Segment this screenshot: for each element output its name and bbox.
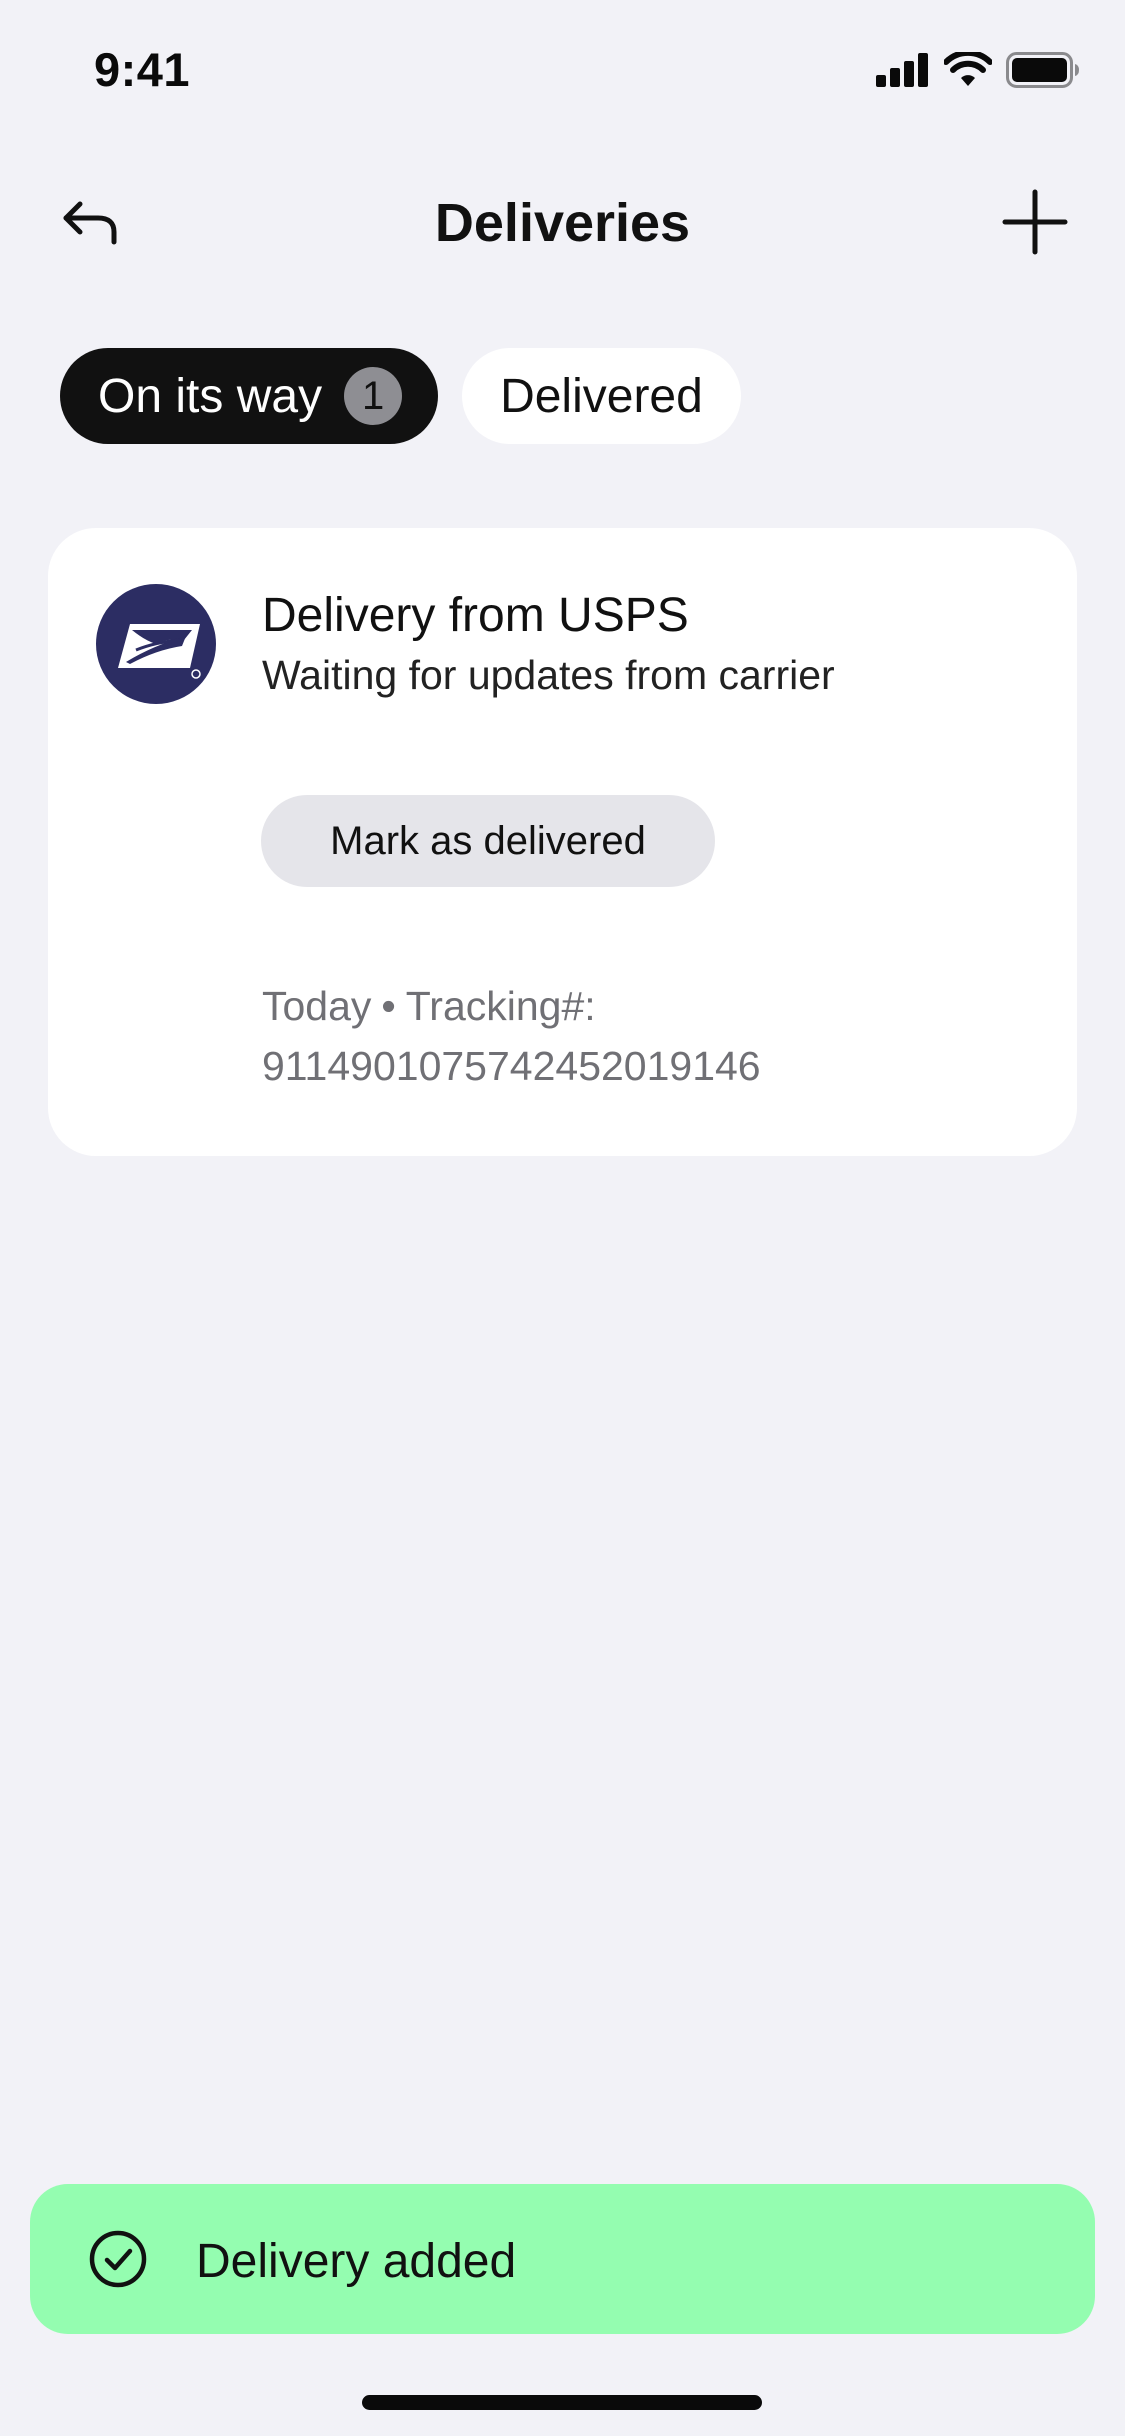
delivery-status: Waiting for updates from carrier (262, 652, 835, 698)
status-icons (876, 48, 1080, 92)
add-delivery-button[interactable] (997, 184, 1073, 260)
tab-label: Delivered (500, 369, 703, 423)
check-circle-icon (89, 2230, 147, 2288)
meta-separator: • (381, 983, 396, 1029)
tracking-label: Tracking#: (405, 983, 596, 1029)
delivery-tabs: On its way 1 Delivered (60, 348, 741, 444)
mark-as-delivered-button[interactable]: Mark as delivered (261, 795, 715, 887)
tab-label: On its way (98, 369, 323, 423)
usps-logo (96, 584, 216, 704)
delivery-date: Today (262, 983, 372, 1029)
delivery-title: Delivery from USPS (262, 589, 689, 642)
home-indicator[interactable] (362, 2395, 762, 2410)
delivery-meta: Today • Tracking#: 9114901075742452019146 (262, 976, 761, 1096)
status-time: 9:41 (94, 43, 191, 96)
delivery-card[interactable]: Delivery from USPS Waiting for updates f… (48, 528, 1077, 1156)
battery-icon (1006, 52, 1079, 88)
page-title: Deliveries (434, 193, 691, 253)
cellular-signal-icon (876, 53, 928, 87)
tab-on-its-way[interactable]: On its way 1 (60, 348, 439, 444)
toast-notification[interactable]: Delivery added (30, 2184, 1095, 2334)
tab-count-badge: 1 (344, 367, 403, 425)
wifi-icon (944, 52, 992, 86)
plus-icon (1002, 189, 1068, 255)
tracking-number: 9114901075742452019146 (262, 1043, 761, 1089)
toast-message: Delivery added (196, 2235, 517, 2288)
usps-eagle-logo (118, 624, 201, 679)
navigation-header: Deliveries (0, 170, 1125, 270)
tab-delivered[interactable]: Delivered (462, 348, 741, 444)
